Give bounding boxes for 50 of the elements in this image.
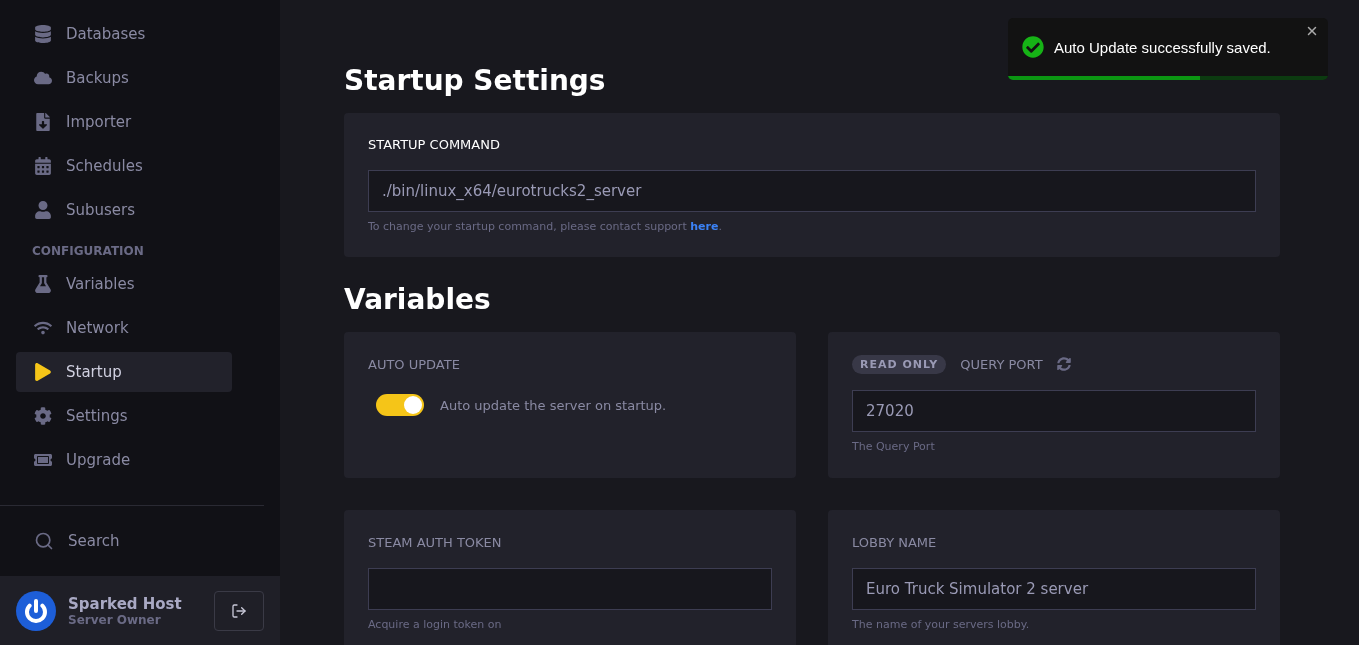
variable-description: Auto update the server on startup.: [440, 397, 667, 413]
nav-item[interactable]: Importer: [16, 102, 232, 142]
help-text-end: .: [718, 220, 722, 233]
user-icon: [34, 201, 52, 219]
avatar: [16, 590, 56, 631]
input-field[interactable]: [368, 568, 772, 610]
flask-icon: [34, 275, 52, 293]
refresh-icon[interactable]: [1056, 357, 1071, 371]
section-heading: CONFIGURATION: [31, 243, 145, 260]
nav-item[interactable]: Backups: [16, 58, 232, 98]
variable-label: QUERY PORT: [960, 356, 1043, 372]
command-field[interactable]: ./bin/linux_x64/eurotrucks2_server: [368, 170, 1256, 212]
play-icon: [34, 363, 52, 381]
variable-label: LOBBY NAME: [852, 534, 937, 550]
cloud-icon: [34, 69, 52, 87]
input-field[interactable]: Euro Truck Simulator 2 server: [852, 568, 1256, 610]
nav-item[interactable]: Subusers: [16, 190, 232, 230]
toggle-switch[interactable]: [376, 394, 424, 416]
nav-item[interactable]: Upgrade: [16, 440, 232, 480]
file-download-icon: [34, 113, 52, 131]
toast-message: Auto Update successfully saved.: [1054, 38, 1271, 56]
variable-description: The name of your servers lobby.: [852, 618, 1031, 631]
logout-icon: [231, 602, 247, 619]
nav-item[interactable]: Schedules: [16, 146, 232, 186]
nav-item[interactable]: Network: [16, 308, 232, 348]
calendar-icon: [34, 157, 52, 175]
nav-item[interactable]: Settings: [16, 396, 232, 436]
nav-item[interactable]: Databases: [16, 14, 232, 54]
user-name: Sparked Host: [68, 594, 183, 613]
field-label: STARTUP COMMAND: [368, 137, 501, 152]
database-icon: [34, 25, 52, 43]
check-icon: [1022, 36, 1044, 58]
user-role: Server Owner: [68, 612, 162, 627]
nav-item[interactable]: Variables: [16, 264, 232, 304]
logout-button[interactable]: [214, 590, 264, 631]
wifi-icon: [34, 319, 52, 337]
ticket-icon: [34, 451, 52, 469]
page-title: Startup Settings: [344, 64, 607, 97]
variable-description: Acquire a login token on: [368, 618, 503, 631]
help-text: To change your startup command, please contact support: [368, 220, 688, 233]
search-icon: [34, 531, 54, 551]
read-only-badge: READ ONLY: [852, 354, 947, 374]
section-title: Variables: [344, 283, 492, 316]
input-field[interactable]: 27020: [852, 390, 1256, 432]
variable-label: AUTO UPDATE: [368, 356, 460, 372]
search-item[interactable]: Search: [0, 506, 280, 576]
variable-label: STEAM AUTH TOKEN: [368, 534, 502, 550]
variable-description: The Query Port: [852, 440, 936, 453]
nav-item[interactable]: Startup: [16, 352, 232, 392]
settings-icon: [34, 407, 52, 425]
